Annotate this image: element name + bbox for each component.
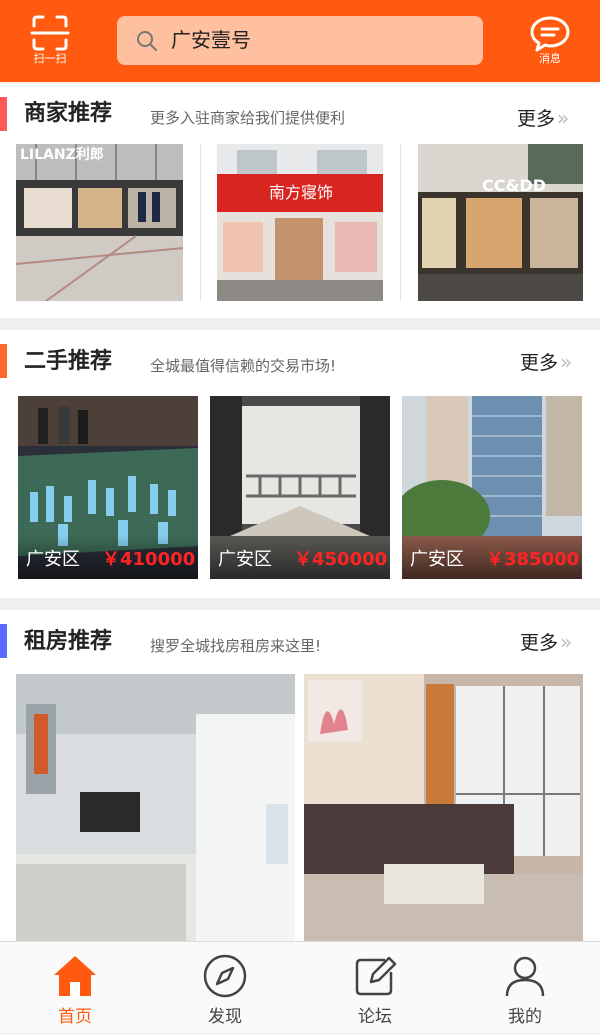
tab-forum[interactable]: 论坛 xyxy=(300,942,450,1034)
section-subtitle: 搜罗全城找房租房来这里! xyxy=(150,637,322,655)
divider xyxy=(400,144,401,301)
scan-button[interactable]: 扫一扫 xyxy=(22,14,78,70)
secondhand-section: 二手推荐 全城最值得信赖的交易市场! 更多» 广安区 ￥410000 广安区 ￥… xyxy=(0,330,600,598)
rental-card[interactable] xyxy=(16,674,295,941)
shop-sign: CC&DD xyxy=(482,176,546,195)
tab-label: 论坛 xyxy=(358,1007,392,1027)
listing-card[interactable]: 广安区 ￥410000 xyxy=(18,396,198,579)
more-link[interactable]: 更多» xyxy=(520,630,572,655)
message-icon xyxy=(530,16,570,52)
listing-caption: 广安区 ￥450000 xyxy=(210,535,390,579)
rental-section: 租房推荐 搜罗全城找房租房来这里! 更多» xyxy=(0,610,600,941)
listing-price: ￥450000 xyxy=(294,549,388,570)
shop-photo xyxy=(217,144,383,301)
tab-label: 发现 xyxy=(208,1007,242,1027)
section-accent-bar xyxy=(0,344,7,378)
more-label: 更多 xyxy=(520,352,559,374)
scan-label: 扫一扫 xyxy=(33,52,67,65)
chevron-right-icon: » xyxy=(560,350,573,374)
edit-icon xyxy=(355,956,397,996)
section-title: 二手推荐 xyxy=(24,349,113,374)
merchant-section: 商家推荐 更多入驻商家给我们提供便利 更多» LILANZ利郎 南方寝饰 CC&… xyxy=(0,84,600,318)
tab-home[interactable]: 首页 xyxy=(0,942,150,1034)
listing-price: ￥385000 xyxy=(486,549,580,570)
shop-sign: LILANZ利郎 xyxy=(20,147,104,163)
section-accent-bar xyxy=(0,97,7,131)
more-label: 更多 xyxy=(517,108,556,130)
section-subtitle: 更多入驻商家给我们提供便利 xyxy=(150,109,346,127)
shop-card[interactable]: 南方寝饰 xyxy=(217,144,383,301)
section-subtitle: 全城最值得信赖的交易市场! xyxy=(150,357,337,375)
listing-caption: 广安区 ￥385000 xyxy=(402,535,582,579)
section-accent-bar xyxy=(0,624,7,658)
shop-photo xyxy=(418,144,583,301)
scan-icon xyxy=(30,15,70,51)
top-bar: 扫一扫 广安壹号 消息 xyxy=(0,0,600,82)
listing-area: 广安区 xyxy=(218,549,272,570)
tab-label: 我的 xyxy=(508,1007,542,1027)
listing-card[interactable]: 广安区 ￥385000 xyxy=(402,396,582,579)
chevron-right-icon: » xyxy=(557,106,570,130)
listing-area: 广安区 xyxy=(26,549,80,570)
rental-photo xyxy=(16,674,295,941)
bottom-tab-bar: 首页 发现 论坛 我的 xyxy=(0,941,600,1033)
listing-card[interactable]: 广安区 ￥450000 xyxy=(210,396,390,579)
message-label: 消息 xyxy=(539,52,561,65)
search-input[interactable]: 广安壹号 xyxy=(117,16,483,65)
compass-icon xyxy=(203,954,247,998)
home-icon xyxy=(54,956,96,996)
shop-card[interactable]: CC&DD xyxy=(418,144,583,301)
section-title: 商家推荐 xyxy=(24,101,113,126)
rental-photo xyxy=(304,674,583,941)
listing-area: 广安区 xyxy=(410,549,464,570)
user-icon xyxy=(505,956,545,997)
section-title: 租房推荐 xyxy=(24,629,113,654)
divider xyxy=(200,144,201,301)
listing-caption: 广安区 ￥410000 xyxy=(18,535,198,579)
message-button[interactable]: 消息 xyxy=(522,14,578,70)
tab-mine[interactable]: 我的 xyxy=(450,942,600,1034)
listing-price: ￥410000 xyxy=(102,549,196,570)
search-icon xyxy=(137,31,157,51)
shop-sign: 南方寝饰 xyxy=(269,183,334,202)
more-link[interactable]: 更多» xyxy=(520,350,572,375)
more-link[interactable]: 更多» xyxy=(517,106,569,131)
rental-card[interactable] xyxy=(304,674,583,941)
tab-discover[interactable]: 发现 xyxy=(150,942,300,1034)
tab-label: 首页 xyxy=(58,1007,92,1027)
more-label: 更多 xyxy=(520,632,559,654)
shop-card[interactable]: LILANZ利郎 xyxy=(16,144,183,301)
search-value: 广安壹号 xyxy=(171,28,251,52)
shop-photo xyxy=(16,144,183,301)
chevron-right-icon: » xyxy=(560,630,573,654)
